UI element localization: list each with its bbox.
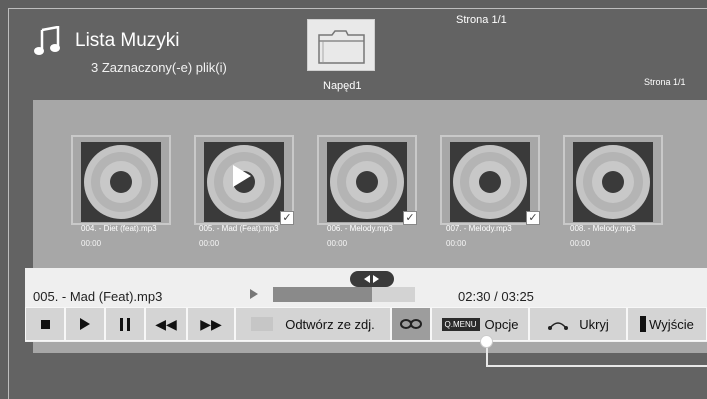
item-duration: 00:00 xyxy=(570,239,591,248)
folder-icon xyxy=(318,30,365,64)
music-file-item[interactable]: ✓ xyxy=(317,135,417,225)
current-track: 005. - Mad (Feat).mp3 xyxy=(33,289,163,304)
hide-label: Ukryj xyxy=(579,316,609,332)
rewind-icon: ◀◀ xyxy=(155,315,177,332)
item-name: 005. - Mad (Feat).mp3 xyxy=(199,224,279,233)
slideshow-icon xyxy=(251,317,274,331)
options-button[interactable]: Q.MENU Opcje xyxy=(431,307,529,341)
item-name: 004. - Diet (feat).mp3 xyxy=(81,224,157,233)
item-name: 006. - Melody.mp3 xyxy=(327,224,393,233)
stop-icon xyxy=(40,319,50,329)
checkmark-icon[interactable]: ✓ xyxy=(280,211,294,225)
pause-button[interactable] xyxy=(105,307,145,341)
rewind-button[interactable]: ◀◀ xyxy=(145,307,187,341)
item-name: 007. - Melody.mp3 xyxy=(446,224,512,233)
selected-count: 3 Zaznaczony(-e) plik(i) xyxy=(91,60,227,75)
play-icon xyxy=(233,165,251,187)
disc-icon xyxy=(81,142,161,222)
progress-bar[interactable] xyxy=(273,287,415,302)
exit-label: Wyjście xyxy=(649,316,694,332)
exit-icon xyxy=(640,316,647,332)
stop-button[interactable] xyxy=(25,307,65,341)
energy-button[interactable] xyxy=(391,307,431,341)
play-button[interactable] xyxy=(65,307,105,341)
drive-label: Napęd1 xyxy=(323,80,362,92)
back-arrow-icon xyxy=(548,322,569,330)
checkmark-icon[interactable]: ✓ xyxy=(403,211,417,225)
item-duration: 00:00 xyxy=(81,239,102,248)
energy-saving-icon xyxy=(400,319,422,329)
rewind-arrow-icon xyxy=(364,275,370,283)
options-label: Opcje xyxy=(484,316,519,332)
page-indicator-right: Strona 1/1 xyxy=(644,77,686,87)
pointer-line xyxy=(486,365,707,367)
item-duration: 00:00 xyxy=(199,239,220,248)
forward-arrow-icon xyxy=(373,275,379,283)
disc-icon xyxy=(573,142,653,222)
disc-icon xyxy=(327,142,407,222)
progress-fill xyxy=(273,287,373,302)
disc-icon xyxy=(450,142,530,222)
playback-time: 02:30 / 03:25 xyxy=(458,289,534,304)
item-duration: 00:00 xyxy=(327,239,348,248)
music-file-item[interactable] xyxy=(563,135,663,225)
control-row: ◀◀ ▶▶ Odtwórz ze zdj. Q.MENU Opcje Ukryj… xyxy=(25,307,707,341)
checkmark-icon[interactable]: ✓ xyxy=(526,211,540,225)
seek-handle[interactable] xyxy=(350,271,394,287)
drive-button[interactable] xyxy=(307,19,375,71)
exit-button[interactable]: Wyjście xyxy=(627,307,707,341)
music-file-item[interactable] xyxy=(71,135,171,225)
slideshow-button[interactable]: Odtwórz ze zdj. xyxy=(235,307,391,341)
fast-forward-button[interactable]: ▶▶ xyxy=(187,307,235,341)
hide-button[interactable]: Ukryj xyxy=(529,307,627,341)
item-duration: 00:00 xyxy=(446,239,467,248)
music-note-icon xyxy=(34,26,60,55)
music-file-item[interactable]: ✓ xyxy=(440,135,540,225)
item-name: 008. - Melody.mp3 xyxy=(570,224,636,233)
pointer-dot xyxy=(480,335,493,348)
music-file-item[interactable]: ✓ xyxy=(194,135,294,225)
playing-indicator-icon xyxy=(250,289,258,299)
page-title: Lista Muzyki xyxy=(75,30,180,51)
play-icon xyxy=(80,318,90,330)
pause-icon xyxy=(120,317,130,331)
slideshow-label: Odtwórz ze zdj. xyxy=(285,316,375,332)
page-indicator-top: Strona 1/1 xyxy=(456,14,507,26)
fast-forward-icon: ▶▶ xyxy=(200,315,222,332)
qmenu-badge: Q.MENU xyxy=(441,317,480,331)
